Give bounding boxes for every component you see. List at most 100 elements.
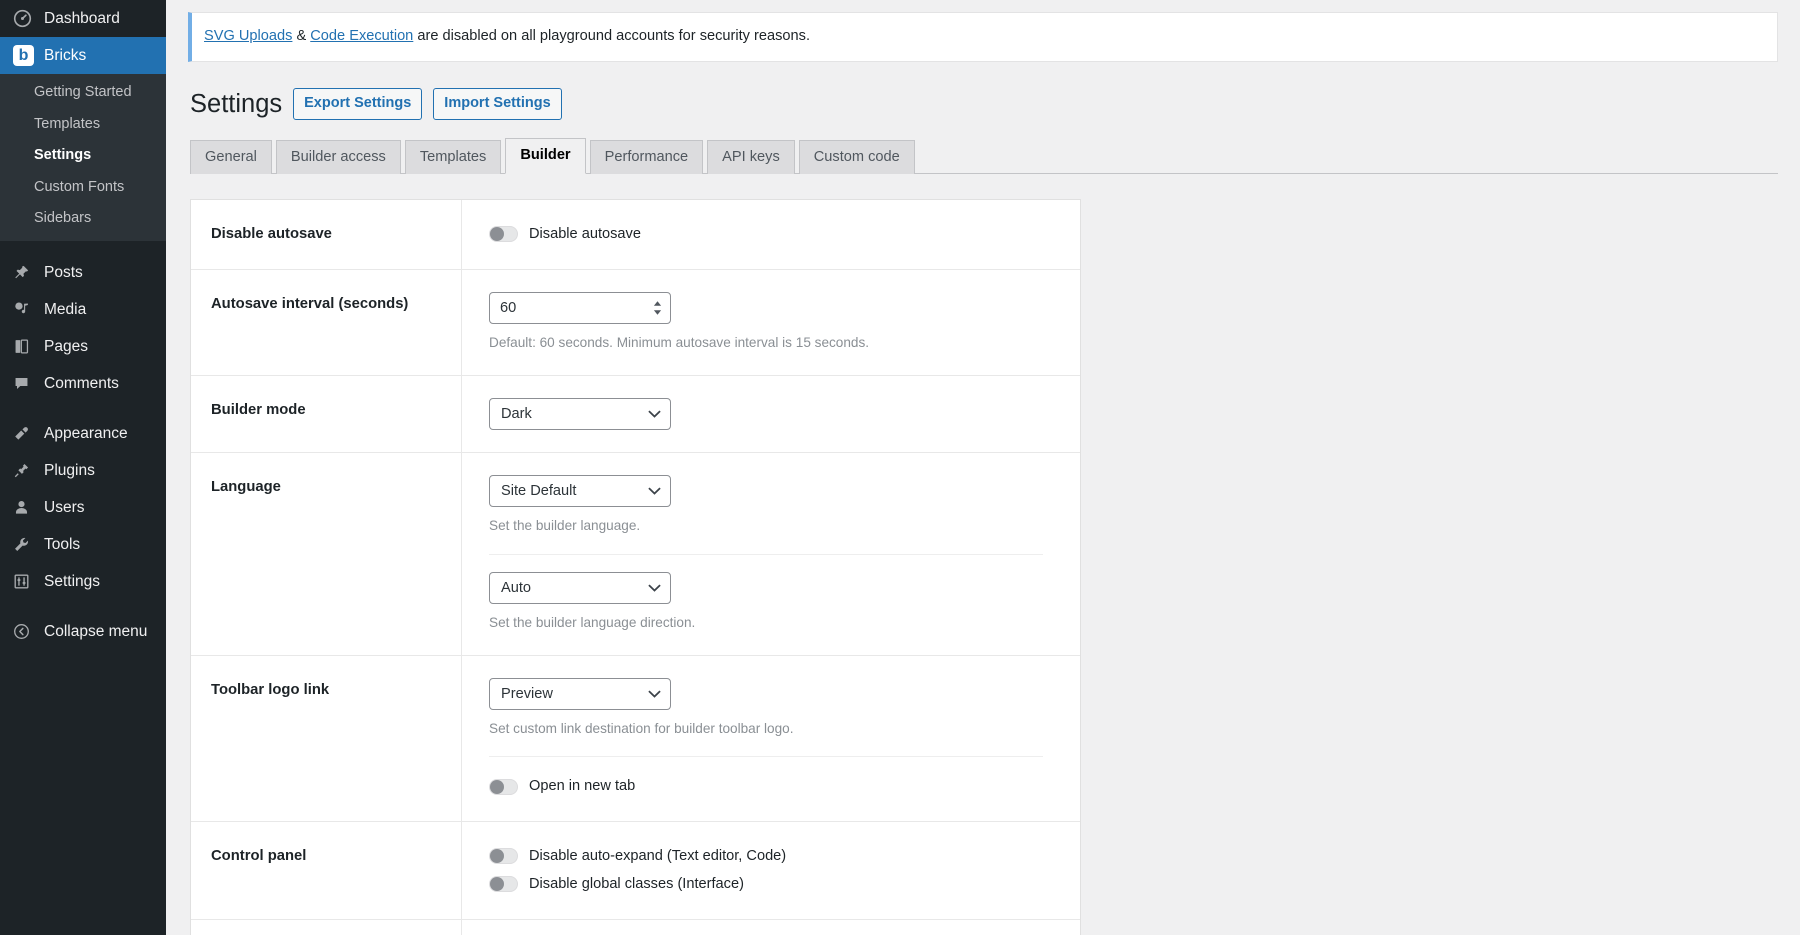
autosave-interval-input[interactable]: 60 <box>489 292 671 324</box>
setting-row-disable-autosave: Disable autosave Disable autosave <box>191 200 1080 270</box>
tab-builder[interactable]: Builder <box>505 138 585 174</box>
setting-label: Disable autosave <box>191 200 462 269</box>
admin-screen: Dashboard b Bricks Getting Started Templ… <box>0 0 1800 935</box>
tab-templates[interactable]: Templates <box>405 140 502 174</box>
sidebar-item-label: Collapse menu <box>44 624 147 640</box>
bricks-logo-icon: b <box>13 45 37 66</box>
users-icon <box>13 499 37 516</box>
page-title: Settings <box>190 88 282 121</box>
svg-uploads-link[interactable]: SVG Uploads <box>204 28 292 44</box>
toggle-label: Disable autosave <box>529 224 641 244</box>
code-execution-link[interactable]: Code Execution <box>310 28 413 44</box>
tab-builder-access[interactable]: Builder access <box>276 140 401 174</box>
menu-divider-2 <box>0 402 166 415</box>
sidebar-item-label: Tools <box>44 537 80 553</box>
setting-field: Preview Set custom link destination for … <box>462 656 1080 821</box>
import-settings-button[interactable]: Import Settings <box>433 88 561 120</box>
bricks-submenu: Getting Started Templates Settings Custo… <box>0 74 166 241</box>
language-direction-select[interactable]: Auto <box>489 572 671 604</box>
sidebar-item-label: Bricks <box>44 48 86 64</box>
disable-auto-expand-toggle[interactable] <box>489 848 518 864</box>
settings-icon <box>13 573 37 590</box>
comments-icon <box>13 375 37 392</box>
sidebar-item-label: Plugins <box>44 463 95 479</box>
notice-sep: & <box>292 28 310 44</box>
setting-row-autosave-interval: Autosave interval (seconds) 60 Default: … <box>191 270 1080 376</box>
admin-sidebar: Dashboard b Bricks Getting Started Templ… <box>0 0 166 935</box>
autosave-interval-value: 60 <box>500 300 516 316</box>
chevron-down-icon <box>648 583 661 592</box>
toolbar-logo-link-description: Set custom link destination for builder … <box>489 719 1056 739</box>
appearance-icon <box>13 425 37 442</box>
disable-autosave-toggle-row[interactable]: Disable autosave <box>489 222 1056 246</box>
setting-row-language: Language Site Default Set the builder la… <box>191 453 1080 656</box>
language-value: Site Default <box>501 483 576 499</box>
sidebar-item-pages[interactable]: Pages <box>0 328 166 365</box>
tab-custom-code[interactable]: Custom code <box>799 140 915 174</box>
open-in-new-tab-toggle[interactable] <box>489 779 518 795</box>
tools-icon <box>13 536 37 553</box>
sidebar-item-label: Media <box>44 302 86 318</box>
sidebar-item-label: Users <box>44 500 84 516</box>
setting-label: Control panel <box>191 822 462 919</box>
pin-icon <box>13 264 37 281</box>
sidebar-item-media[interactable]: Media <box>0 291 166 328</box>
sidebar-item-dashboard[interactable]: Dashboard <box>0 0 166 37</box>
sidebar-item-posts[interactable]: Posts <box>0 254 166 291</box>
number-spinner-icon[interactable] <box>653 301 662 315</box>
sidebar-subitem-templates[interactable]: Templates <box>0 109 166 141</box>
sidebar-item-label: Posts <box>44 265 83 281</box>
chevron-down-icon <box>648 487 661 496</box>
setting-row-canvas: Canvas Disable element spacing <box>191 920 1080 935</box>
field-divider <box>489 554 1043 555</box>
setting-field: Disable element spacing <box>462 920 1080 935</box>
toolbar-logo-link-select[interactable]: Preview <box>489 678 671 710</box>
setting-row-toolbar-logo-link: Toolbar logo link Preview Set custom lin… <box>191 656 1080 822</box>
field-divider <box>489 756 1043 757</box>
sidebar-item-bricks[interactable]: b Bricks <box>0 37 166 74</box>
sidebar-item-tools[interactable]: Tools <box>0 526 166 563</box>
page-header: Settings Export Settings Import Settings <box>190 88 1778 121</box>
chevron-down-icon <box>648 410 661 419</box>
setting-label: Canvas <box>191 920 462 935</box>
tab-performance[interactable]: Performance <box>590 140 704 174</box>
language-select[interactable]: Site Default <box>489 475 671 507</box>
sidebar-item-users[interactable]: Users <box>0 489 166 526</box>
setting-row-control-panel: Control panel Disable auto-expand (Text … <box>191 822 1080 920</box>
disable-global-classes-row[interactable]: Disable global classes (Interface) <box>489 872 1056 896</box>
builder-mode-select[interactable]: Dark <box>489 398 671 430</box>
toggle-label: Disable global classes (Interface) <box>529 874 744 894</box>
disable-autosave-toggle[interactable] <box>489 226 518 242</box>
menu-divider <box>0 241 166 254</box>
sidebar-subitem-settings[interactable]: Settings <box>0 140 166 172</box>
sidebar-item-label: Dashboard <box>44 11 120 27</box>
sidebar-item-plugins[interactable]: Plugins <box>0 452 166 489</box>
toggle-label: Disable auto-expand (Text editor, Code) <box>529 846 786 866</box>
menu-divider-3 <box>0 600 166 613</box>
sidebar-item-comments[interactable]: Comments <box>0 365 166 402</box>
sidebar-item-collapse-menu[interactable]: Collapse menu <box>0 613 166 650</box>
export-settings-button[interactable]: Export Settings <box>293 88 422 120</box>
tab-api-keys[interactable]: API keys <box>707 140 795 174</box>
sidebar-item-settings[interactable]: Settings <box>0 563 166 600</box>
open-in-new-tab-row[interactable]: Open in new tab <box>489 774 1056 798</box>
sidebar-subitem-sidebars[interactable]: Sidebars <box>0 203 166 235</box>
setting-field: Disable auto-expand (Text editor, Code) … <box>462 822 1080 919</box>
tab-general[interactable]: General <box>190 140 272 174</box>
sidebar-subitem-getting-started[interactable]: Getting Started <box>0 77 166 109</box>
setting-field: Dark <box>462 376 1080 452</box>
sidebar-item-label: Comments <box>44 376 119 392</box>
disable-auto-expand-row[interactable]: Disable auto-expand (Text editor, Code) <box>489 844 1056 868</box>
sidebar-item-appearance[interactable]: Appearance <box>0 415 166 452</box>
disable-global-classes-toggle[interactable] <box>489 876 518 892</box>
settings-tabs: General Builder access Templates Builder… <box>190 142 1778 174</box>
setting-field: Disable autosave <box>462 200 1080 269</box>
security-notice: SVG Uploads & Code Execution are disable… <box>188 12 1778 62</box>
toggle-label: Open in new tab <box>529 776 635 796</box>
toolbar-logo-link-value: Preview <box>501 686 553 702</box>
setting-label: Toolbar logo link <box>191 656 462 821</box>
sidebar-item-label: Pages <box>44 339 88 355</box>
chevron-down-icon <box>648 689 661 698</box>
pages-icon <box>13 338 37 355</box>
sidebar-subitem-custom-fonts[interactable]: Custom Fonts <box>0 172 166 204</box>
